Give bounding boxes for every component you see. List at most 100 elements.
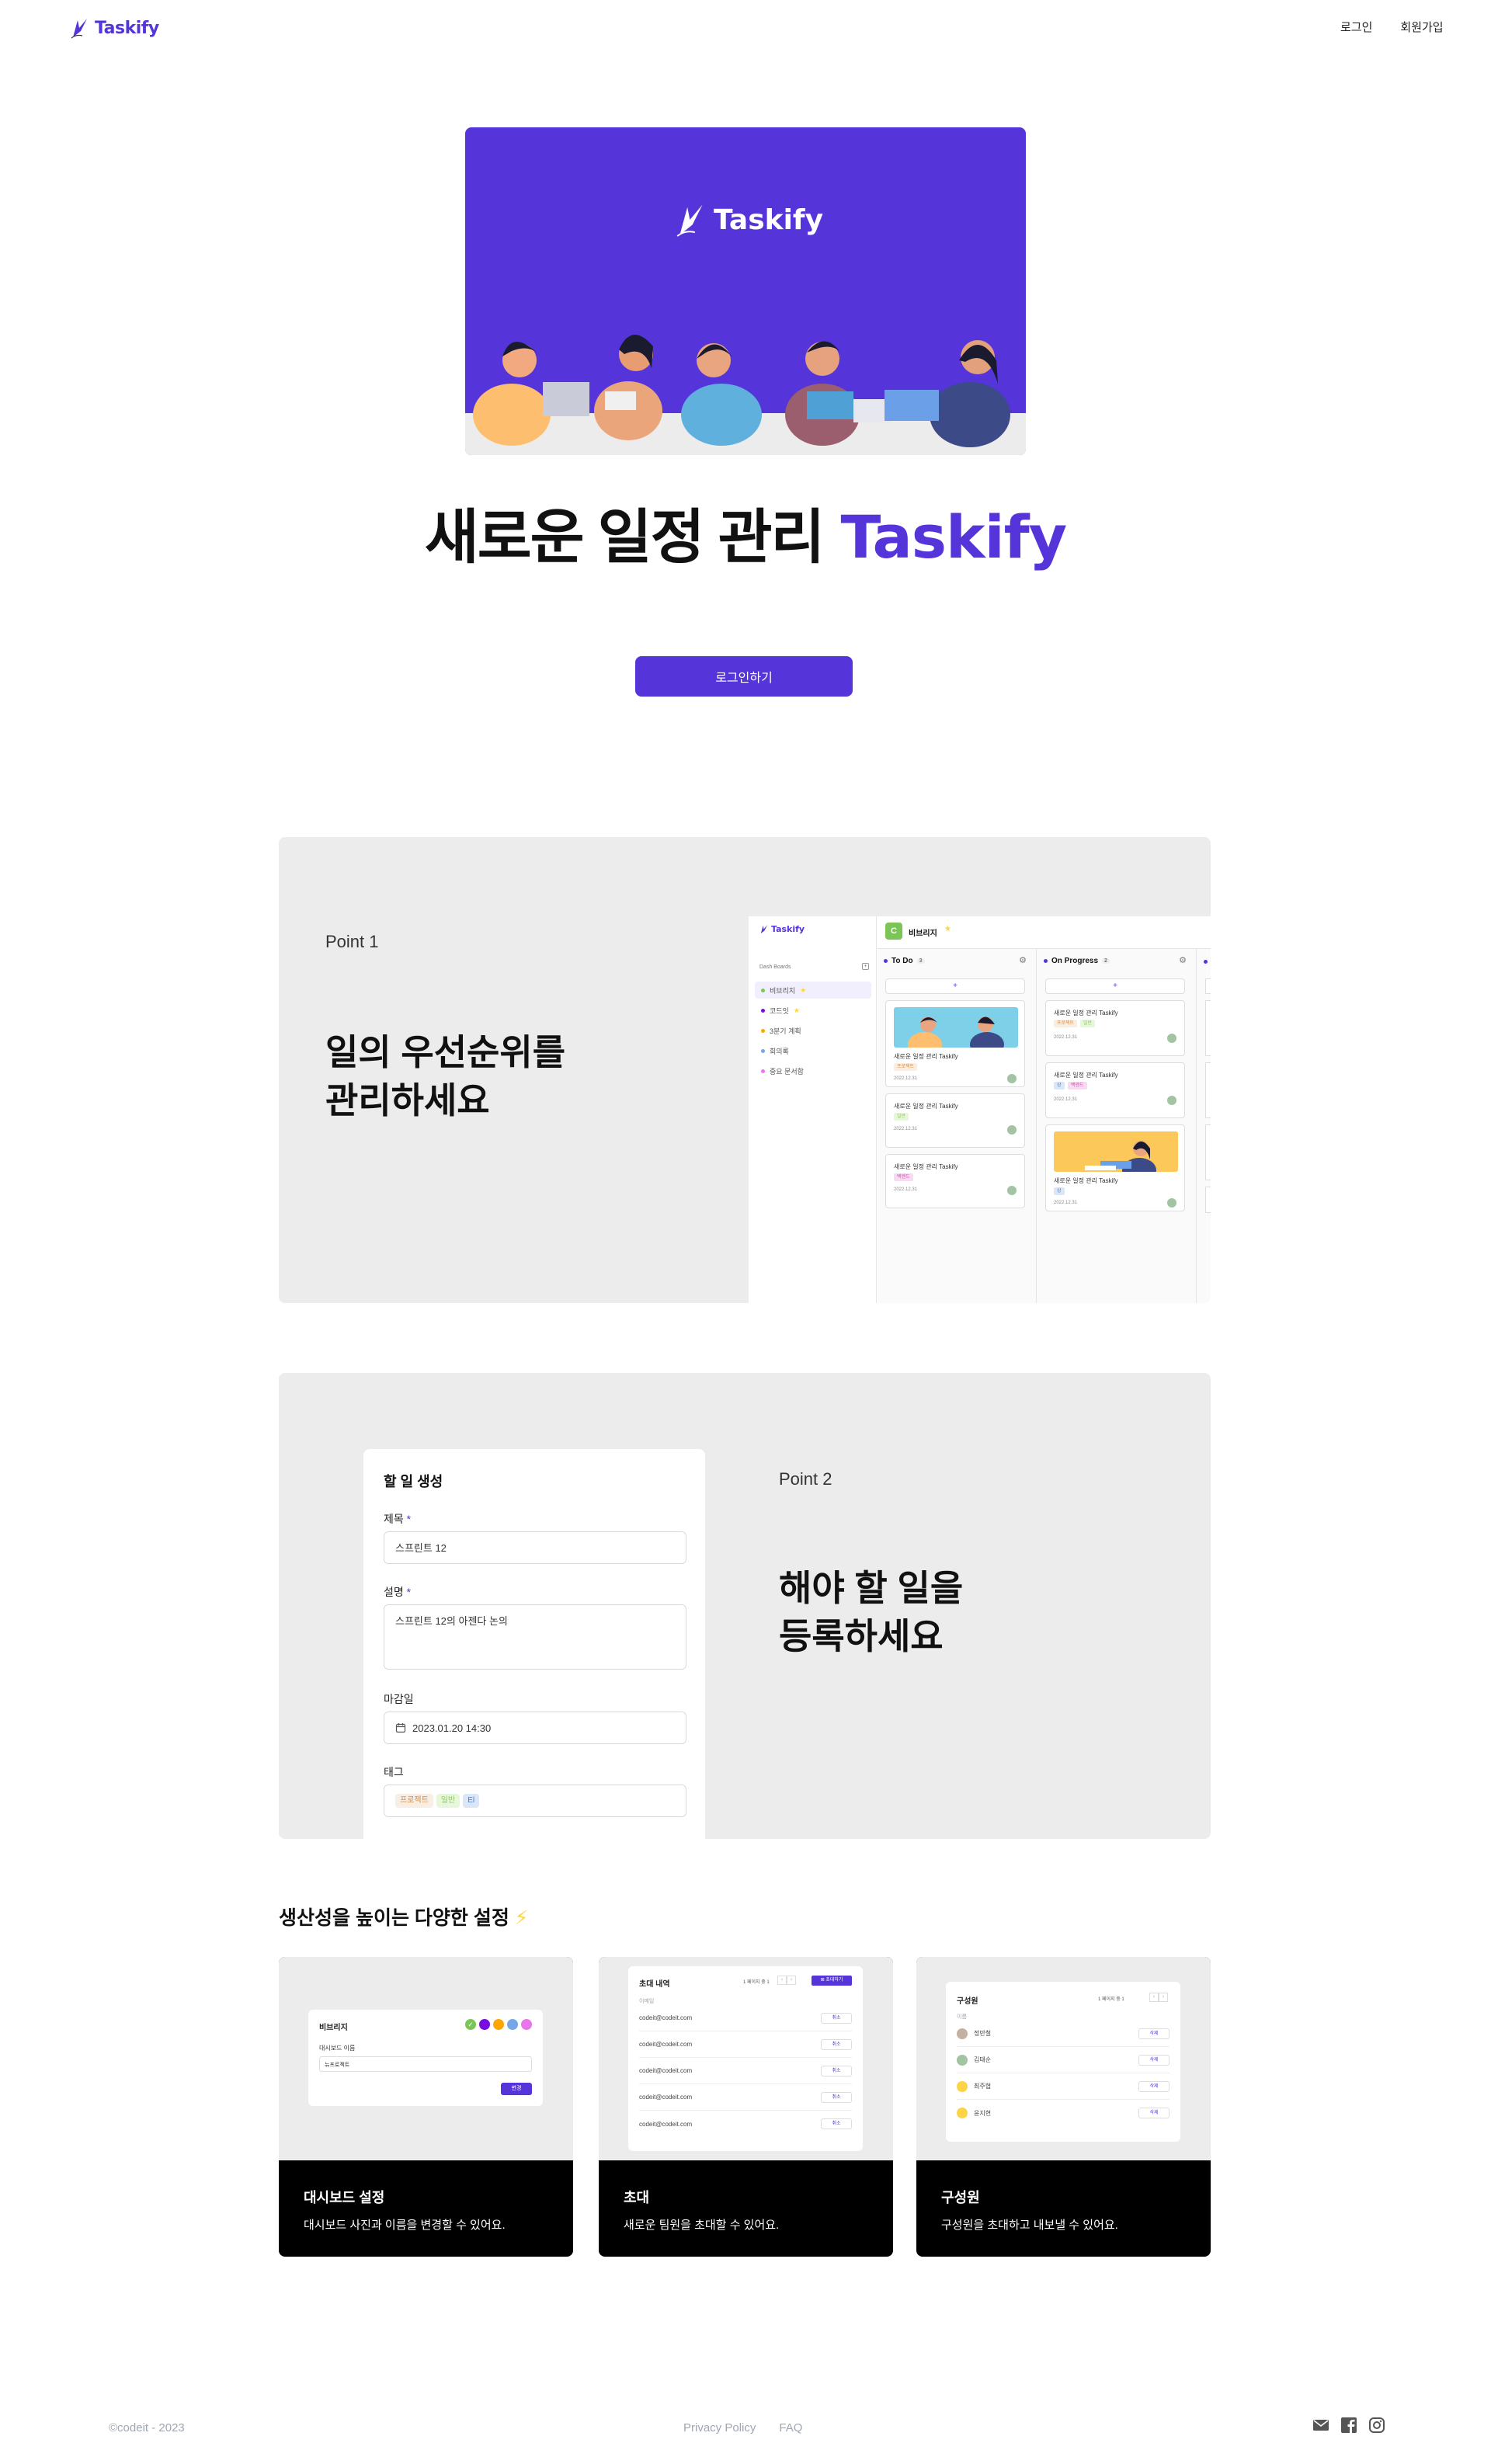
sidebar-item[interactable]: 중요 문서함 bbox=[755, 1062, 871, 1079]
color-picker[interactable]: ✓ bbox=[465, 2019, 532, 2030]
invite-row: codeit@codeit.com 취소 bbox=[639, 2084, 852, 2111]
due-label: 마감일 bbox=[384, 1693, 414, 1705]
tag-chip[interactable]: 일반 bbox=[436, 1794, 461, 1808]
task-card[interactable]: 새로운 일정 관리 Taskify 상 2022.12.31 bbox=[1045, 1124, 1185, 1211]
sidebar-item[interactable]: 코드잇 ★ bbox=[755, 1002, 871, 1019]
signup-link[interactable]: 회원가입 bbox=[1400, 19, 1443, 35]
cancel-invite-button[interactable]: 취소 bbox=[821, 2118, 852, 2129]
title-label-text: 제목 bbox=[384, 1513, 404, 1525]
calendar-icon bbox=[395, 1723, 406, 1733]
prev-page-icon[interactable]: ‹ bbox=[1149, 1993, 1159, 2002]
task-card[interactable] bbox=[1205, 1187, 1211, 1213]
lightning-icon: ⚡ bbox=[514, 1907, 529, 1929]
card-tag: 프로젝트 bbox=[894, 1063, 918, 1071]
due-date-value: 2023.01.20 14:30 bbox=[412, 1722, 492, 1734]
due-date-input[interactable]: 2023.01.20 14:30 bbox=[384, 1712, 686, 1744]
mini-change-button[interactable]: 변경 bbox=[501, 2083, 532, 2095]
avatar bbox=[1167, 1096, 1176, 1105]
add-card-button[interactable]: + bbox=[885, 978, 1025, 994]
tag-input[interactable]: 프로젝트 일반 El bbox=[384, 1785, 686, 1817]
mock-board-header: C 비브리지 ★ bbox=[878, 916, 1211, 949]
privacy-link[interactable]: Privacy Policy bbox=[683, 2421, 756, 2434]
cancel-invite-button[interactable]: 취소 bbox=[821, 2038, 852, 2050]
gear-icon[interactable]: ⚙ bbox=[1019, 955, 1027, 965]
add-card-button[interactable] bbox=[1205, 978, 1211, 994]
required-mark: * bbox=[406, 1586, 412, 1598]
invite-button[interactable]: ⊞ 초대하기 bbox=[812, 1976, 852, 1986]
login-button[interactable]: 로그인하기 bbox=[635, 656, 853, 697]
avatar bbox=[1007, 1125, 1017, 1135]
mock-board: C 비브리지 ★ To Do 3 ⚙ + 새로운 일정 관리 Taskify 프… bbox=[878, 916, 1211, 1303]
settings-card-members: 구성원 1 페이지 중 1 ‹ › 이름 정만철 삭제 김태순 삭제 최주협 삭제 윤… bbox=[916, 1957, 1211, 2257]
task-card[interactable]: 새로운 일정 관리 Taskify 백엔드 2022.12.31 bbox=[885, 1154, 1025, 1208]
email-icon[interactable] bbox=[1312, 2417, 1329, 2434]
point1-heading: 일의 우선순위를 관리하세요 bbox=[325, 1028, 565, 1124]
gear-icon[interactable]: ⚙ bbox=[1179, 955, 1187, 965]
cancel-invite-button[interactable]: 취소 bbox=[821, 2091, 852, 2103]
task-card[interactable]: 새로운 일정 관리 Taskify 일반 2022.12.31 bbox=[885, 1093, 1025, 1148]
color-option[interactable] bbox=[493, 2019, 504, 2030]
cancel-invite-button[interactable]: 취소 bbox=[821, 2012, 852, 2024]
task-card[interactable]: 새로운 일정 관리 Taskify 프로젝트 2022.12.31 bbox=[885, 1000, 1025, 1087]
card-date: 2022.12.31 bbox=[1054, 1035, 1078, 1040]
header-nav: 로그인 회원가입 bbox=[1340, 19, 1444, 35]
avatar bbox=[1167, 1198, 1176, 1208]
task-card[interactable] bbox=[1205, 1062, 1211, 1118]
remove-member-button[interactable]: 삭제 bbox=[1138, 2054, 1170, 2066]
task-card[interactable] bbox=[1205, 1124, 1211, 1180]
avatar bbox=[1007, 1186, 1017, 1195]
color-option[interactable] bbox=[479, 2019, 490, 2030]
column-dot bbox=[884, 959, 888, 963]
member-row: 최주협 삭제 bbox=[957, 2073, 1170, 2100]
tag-chip[interactable]: El bbox=[463, 1794, 480, 1808]
point2-heading: 해야 할 일을 등록하세요 bbox=[779, 1564, 963, 1660]
title-input[interactable]: 스프린트 12 bbox=[384, 1531, 686, 1564]
plus-icon: ⊞ bbox=[820, 1978, 825, 1983]
invite-email: codeit@codeit.com bbox=[639, 2014, 693, 2021]
point1-heading-line1: 일의 우선순위를 bbox=[325, 1032, 566, 1072]
point2-card: 할 일 생성 제목 * 스프린트 12 설명 * 스프린트 12의 아젠다 논의… bbox=[279, 1373, 1211, 1839]
point2-heading-line1: 해야 할 일을 bbox=[779, 1568, 964, 1608]
task-card[interactable]: 새로운 일정 관리 Taskify 상 백엔드 2022.12.31 bbox=[1045, 1062, 1185, 1118]
card-tag: 일반 bbox=[894, 1113, 909, 1121]
member-name: 윤지현 bbox=[974, 2109, 992, 2117]
invite-email: codeit@codeit.com bbox=[639, 2041, 693, 2048]
instagram-icon[interactable] bbox=[1368, 2417, 1385, 2434]
settings-card-desc: 대시보드 사진과 이름을 변경할 수 있어요. bbox=[304, 2219, 506, 2232]
next-page-icon[interactable]: › bbox=[787, 1976, 796, 1985]
sidebar-item[interactable]: 비브리지 ★ bbox=[755, 982, 871, 999]
sidebar-item[interactable]: 3분기 계획 bbox=[755, 1022, 871, 1039]
task-card[interactable] bbox=[1205, 1000, 1211, 1056]
sidebar-item[interactable]: 회의록 bbox=[755, 1042, 871, 1059]
color-option[interactable] bbox=[507, 2019, 518, 2030]
hero-logo-text: Taskify bbox=[714, 203, 824, 236]
facebook-icon[interactable] bbox=[1340, 2417, 1357, 2434]
remove-member-button[interactable]: 삭제 bbox=[1138, 2028, 1170, 2039]
card-date: 2022.12.31 bbox=[894, 1187, 918, 1192]
footer-links: Privacy Policy FAQ bbox=[683, 2421, 802, 2434]
remove-member-button[interactable]: 삭제 bbox=[1138, 2108, 1170, 2118]
next-page-icon[interactable]: › bbox=[1159, 1993, 1168, 2002]
login-link[interactable]: 로그인 bbox=[1340, 19, 1372, 35]
mini-name-input[interactable]: 뉴프로젝트 bbox=[319, 2056, 532, 2072]
color-option-selected[interactable]: ✓ bbox=[465, 2019, 476, 2030]
color-option[interactable] bbox=[521, 2019, 532, 2030]
header-logo[interactable]: Taskify bbox=[70, 17, 159, 39]
add-board-icon[interactable]: + bbox=[862, 963, 869, 970]
invite-email: codeit@codeit.com bbox=[639, 2067, 693, 2074]
prev-page-icon[interactable]: ‹ bbox=[777, 1976, 787, 1985]
remove-member-button[interactable]: 삭제 bbox=[1138, 2080, 1170, 2092]
tag-chip[interactable]: 프로젝트 bbox=[395, 1794, 433, 1808]
card-title: 새로운 일정 관리 Taskify bbox=[894, 1103, 958, 1110]
desc-label-text: 설명 bbox=[384, 1586, 404, 1598]
mock-column-partial bbox=[1197, 949, 1211, 1303]
description-textarea[interactable]: 스프린트 12의 아젠다 논의 bbox=[384, 1604, 686, 1670]
footer-copyright: ©codeit - 2023 bbox=[109, 2421, 185, 2434]
faq-link[interactable]: FAQ bbox=[779, 2421, 802, 2434]
task-card[interactable]: 새로운 일정 관리 Taskify 프로젝트 일반 2022.12.31 bbox=[1045, 1000, 1185, 1056]
sidebar-item-label: 중요 문서함 bbox=[770, 1067, 804, 1076]
add-card-button[interactable]: + bbox=[1045, 978, 1185, 994]
card-date: 2022.12.31 bbox=[894, 1127, 918, 1131]
cancel-invite-button[interactable]: 취소 bbox=[821, 2065, 852, 2077]
point2-label: Point 2 bbox=[779, 1469, 832, 1489]
